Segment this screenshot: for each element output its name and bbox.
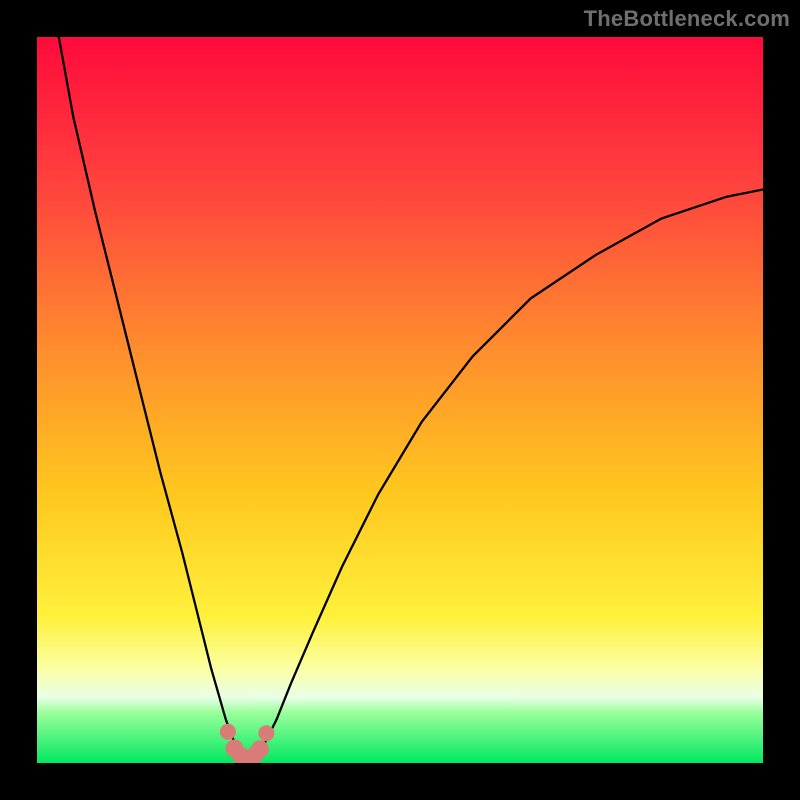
watermark-text: TheBottleneck.com [584,6,790,32]
plot-area [37,37,763,763]
chart-stage: TheBottleneck.com [0,0,800,800]
